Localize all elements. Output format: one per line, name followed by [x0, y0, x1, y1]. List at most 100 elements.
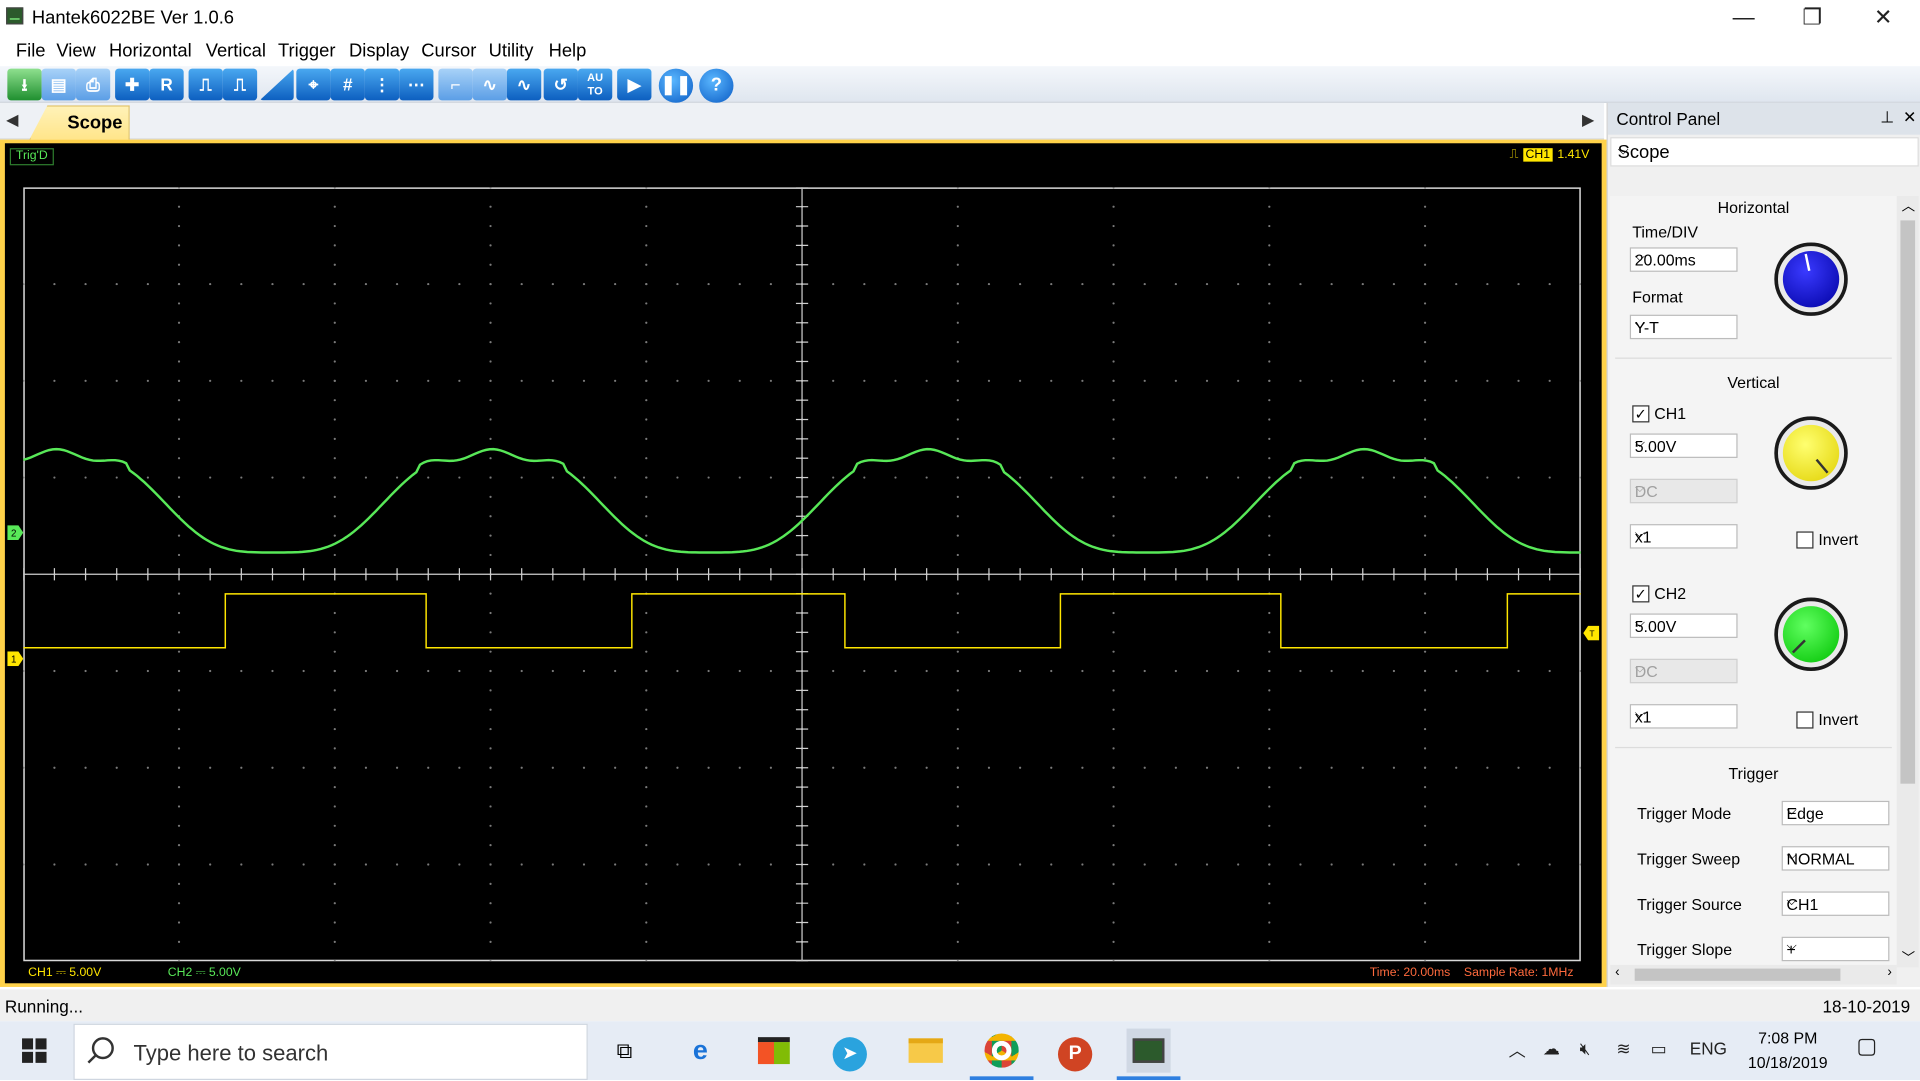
- undo-icon[interactable]: ↺: [543, 68, 578, 101]
- help-icon[interactable]: ?: [699, 68, 734, 103]
- ch1-marker[interactable]: 1: [7, 651, 24, 667]
- print-icon[interactable]: ⎙: [75, 68, 111, 101]
- chevron-down-icon: ⌵: [1786, 803, 1797, 818]
- trigger-mode-select[interactable]: Edge ⌵: [1781, 800, 1890, 826]
- taskbar-search-box[interactable]: Type here to search: [73, 1023, 588, 1081]
- auto-scale-icon[interactable]: ✚: [115, 68, 150, 101]
- auto-button[interactable]: AU TO: [577, 68, 613, 101]
- chevron-down-icon: ⌵: [1786, 848, 1797, 864]
- windows-start-icon[interactable]: [22, 1038, 47, 1063]
- telegram-icon[interactable]: ➤: [828, 1029, 872, 1073]
- step-wave-icon[interactable]: ⌐: [438, 68, 473, 101]
- svg-text:T: T: [1589, 629, 1595, 639]
- svg-text:1: 1: [11, 654, 16, 665]
- scroll-left-icon[interactable]: ‹: [1615, 965, 1619, 980]
- control-panel-header: Control Panel ⊥ ✕: [1607, 102, 1920, 135]
- notifications-icon[interactable]: ▢: [1856, 1033, 1877, 1059]
- tab-left-arrow-icon[interactable]: ◀: [6, 110, 18, 130]
- ch1-volts-knob[interactable]: [1774, 416, 1848, 490]
- battery-icon[interactable]: ▭: [1651, 1038, 1667, 1059]
- powerpoint-icon[interactable]: P: [1053, 1029, 1097, 1073]
- cursor-cross-icon[interactable]: ⌖: [296, 68, 331, 101]
- edge-icon[interactable]: e: [678, 1029, 722, 1073]
- sine-wave-icon[interactable]: ∿: [472, 68, 507, 101]
- tab-scope[interactable]: Scope: [29, 105, 130, 140]
- ch1-volts-select[interactable]: 5.00V ⌵: [1629, 433, 1738, 458]
- store-icon[interactable]: [752, 1029, 796, 1073]
- save-data-icon[interactable]: ⭳: [7, 68, 42, 101]
- ch1-invert-checkbox[interactable]: [1796, 531, 1814, 549]
- menu-utility[interactable]: Utility: [489, 40, 534, 61]
- close-button[interactable]: ✕: [1849, 0, 1918, 37]
- pulse-measure2-icon[interactable]: ⎍: [222, 68, 258, 101]
- vscroll-thumb[interactable]: [1900, 220, 1916, 784]
- run-status: Running...: [4, 996, 84, 1017]
- menu-file[interactable]: File: [16, 40, 46, 61]
- center-axes: [23, 187, 1581, 962]
- pulse-measure-icon[interactable]: ⎍: [188, 68, 223, 101]
- chrome-icon[interactable]: [969, 1029, 1034, 1081]
- control-panel-hscroll[interactable]: ‹ ›: [1610, 964, 1897, 985]
- scroll-down-icon[interactable]: ﹀: [1902, 948, 1915, 968]
- trigger-sweep-select[interactable]: NORMAL ⌵: [1781, 846, 1890, 871]
- pause-icon[interactable]: ❚❚: [658, 68, 694, 103]
- format-select[interactable]: Y-T ⌵: [1629, 314, 1738, 340]
- hscroll-thumb[interactable]: [1634, 968, 1841, 981]
- menu-display[interactable]: Display: [349, 40, 409, 61]
- scroll-up-icon[interactable]: ︿: [1902, 196, 1915, 216]
- file-explorer-icon[interactable]: [904, 1029, 948, 1073]
- ch2-volts-knob[interactable]: [1774, 597, 1848, 672]
- control-panel-vscroll[interactable]: ︿ ﹀: [1896, 195, 1919, 968]
- sample-rate-label: Sample Rate: 1MHz: [1463, 966, 1574, 980]
- time-div-select[interactable]: 20.00ms ⌵: [1629, 247, 1738, 272]
- ramp-icon[interactable]: [259, 68, 294, 101]
- scroll-right-icon[interactable]: ›: [1887, 965, 1891, 980]
- reset-button[interactable]: R: [149, 68, 184, 101]
- onedrive-icon[interactable]: ☁: [1543, 1038, 1560, 1059]
- trigger-slope-select[interactable]: + ⌵: [1781, 936, 1890, 962]
- taskbar-clock[interactable]: 7:08 PM 10/18/2019: [1729, 1026, 1847, 1075]
- trig-status: Trig'D: [9, 148, 54, 166]
- app-icon: [6, 7, 24, 25]
- trigger-level-marker[interactable]: T: [1582, 625, 1600, 641]
- menu-vertical[interactable]: Vertical: [206, 40, 266, 61]
- ch2-probe-select[interactable]: x1 ⌵: [1629, 704, 1738, 729]
- cursor-vertical-icon[interactable]: ⋮: [364, 68, 400, 101]
- trigger-source-select[interactable]: CH1 ⌵: [1781, 891, 1890, 916]
- restore-button[interactable]: ❐: [1778, 0, 1847, 37]
- panel-close-icon[interactable]: ✕: [1903, 108, 1916, 126]
- chevron-down-icon: ⌵: [1786, 893, 1797, 909]
- scope-display[interactable]: Trig'D ⎍ CH1 1.41V 2 1 T CH1 ⎓ 5.00V CH2 ⎓…: [4, 143, 1602, 984]
- minimize-button[interactable]: —: [1709, 0, 1778, 37]
- run-icon[interactable]: ▶: [617, 68, 652, 101]
- timebase-knob[interactable]: [1774, 242, 1848, 316]
- cursor-grid-icon[interactable]: #: [330, 68, 365, 101]
- menu-view[interactable]: View: [56, 40, 95, 61]
- cursor-horizontal-icon[interactable]: ⋯: [399, 68, 434, 101]
- panel-mode-select[interactable]: Scope ⌵: [1610, 137, 1919, 167]
- menu-trigger[interactable]: Trigger: [278, 40, 336, 61]
- pin-icon[interactable]: ⊥: [1880, 108, 1894, 126]
- search-icon: [91, 1037, 114, 1060]
- hantek-app-icon[interactable]: [1116, 1028, 1181, 1081]
- ch2-invert-checkbox[interactable]: [1796, 711, 1814, 729]
- ch2-marker[interactable]: 2: [7, 525, 24, 541]
- menu-horizontal[interactable]: Horizontal: [109, 40, 192, 61]
- app-window: Hantek6022BE Ver 1.0.6 — ❐ ✕ File View H…: [0, 0, 1920, 1081]
- disk-icon[interactable]: ▤: [41, 68, 76, 101]
- volume-muted-icon[interactable]: 🔇︎: [1580, 1038, 1591, 1059]
- wifi-icon[interactable]: ≋: [1616, 1038, 1630, 1059]
- ch1-checkbox[interactable]: ✓: [1632, 405, 1650, 423]
- ch2-checkbox[interactable]: ✓: [1632, 585, 1650, 603]
- ch1-probe-select[interactable]: x1 ⌵: [1629, 524, 1738, 549]
- chevron-down-icon: ⌵: [1634, 526, 1645, 542]
- task-view-icon[interactable]: ⧉: [602, 1029, 646, 1073]
- tray-expand-icon[interactable]: ︿: [1509, 1038, 1526, 1062]
- menu-cursor[interactable]: Cursor: [421, 40, 476, 61]
- menu-help[interactable]: Help: [549, 40, 587, 61]
- language-indicator[interactable]: ENG: [1690, 1038, 1727, 1058]
- ch2-volts-select[interactable]: 5.00V ⌵: [1629, 613, 1738, 638]
- tab-right-arrow-icon[interactable]: ▶: [1582, 110, 1594, 130]
- sine-wave2-icon[interactable]: ∿: [506, 68, 542, 101]
- trigger-level: 1.41V: [1557, 148, 1590, 162]
